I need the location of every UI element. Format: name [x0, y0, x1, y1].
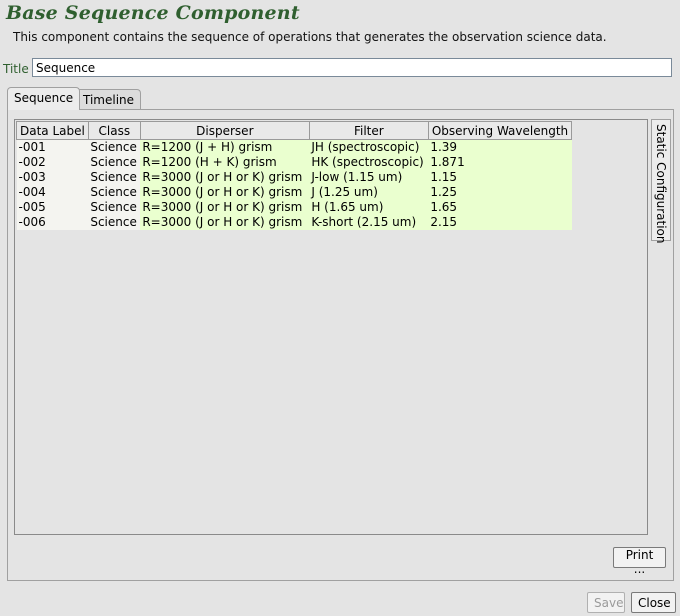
cell-filter: JH (spectroscopic) [309, 139, 429, 155]
tab-sequence[interactable]: Sequence [7, 87, 81, 110]
column-header-filter[interactable]: Filter [308, 121, 429, 140]
cell-wavelength: 1.871 [428, 155, 572, 170]
sequence-table: Data Label Class Disperser Filter Observ… [16, 121, 573, 230]
cell-data-label: -001 [16, 139, 89, 155]
title-input[interactable] [32, 58, 672, 77]
table-row[interactable]: -005 Science R=3000 (J or H or K) grism … [16, 200, 572, 215]
cell-disperser: R=3000 (J or H or K) grism [140, 185, 310, 200]
cell-disperser: R=3000 (J or H or K) grism [140, 215, 310, 230]
cell-class: Science [88, 155, 141, 170]
print-button[interactable]: Print ... [613, 547, 666, 576]
cell-data-label: -003 [16, 170, 89, 185]
save-button[interactable]: Save [587, 592, 625, 613]
static-configuration-label: Static Configuration [654, 124, 668, 244]
page-title: Base Sequence Component [6, 2, 300, 24]
cell-filter: J-low (1.15 um) [309, 170, 429, 185]
page-description: This component contains the sequence of … [13, 30, 607, 44]
table-row[interactable]: -001 Science R=1200 (J + H) grism JH (sp… [16, 139, 572, 155]
table-row[interactable]: -003 Science R=3000 (J or H or K) grism … [16, 170, 572, 185]
cell-class: Science [88, 139, 141, 155]
table-row[interactable]: -002 Science R=1200 (H + K) grism HK (sp… [16, 155, 572, 170]
cell-disperser: R=3000 (J or H or K) grism [140, 170, 310, 185]
column-header-disperser[interactable]: Disperser [139, 121, 310, 140]
cell-filter: J (1.25 um) [309, 185, 429, 200]
cell-wavelength: 2.15 [428, 215, 572, 230]
cell-filter: HK (spectroscopic) [309, 155, 429, 170]
cell-class: Science [88, 170, 141, 185]
cell-disperser: R=3000 (J or H or K) grism [140, 200, 310, 215]
cell-wavelength: 1.15 [428, 170, 572, 185]
title-field-label: Title [3, 62, 29, 76]
table-row[interactable]: -004 Science R=3000 (J or H or K) grism … [16, 185, 572, 200]
cell-data-label: -004 [16, 185, 89, 200]
sequence-table-container: Data Label Class Disperser Filter Observ… [14, 119, 648, 535]
tab-timeline[interactable]: Timeline [76, 89, 142, 109]
cell-data-label: -002 [16, 155, 89, 170]
column-header-class[interactable]: Class [87, 121, 141, 140]
cell-filter: K-short (2.15 um) [309, 215, 429, 230]
cell-class: Science [88, 185, 141, 200]
column-header-observing-wavelength[interactable]: Observing Wavelength [427, 121, 573, 140]
cell-data-label: -005 [16, 200, 89, 215]
static-configuration-tab[interactable]: Static Configuration [651, 119, 671, 244]
cell-class: Science [88, 215, 141, 230]
cell-filter: H (1.65 um) [309, 200, 429, 215]
cell-disperser: R=1200 (H + K) grism [140, 155, 310, 170]
cell-wavelength: 1.25 [428, 185, 572, 200]
table-header-row: Data Label Class Disperser Filter Observ… [16, 121, 573, 140]
cell-wavelength: 1.65 [428, 200, 572, 215]
close-button[interactable]: Close [631, 592, 676, 613]
table-row[interactable]: -006 Science R=3000 (J or H or K) grism … [16, 215, 572, 230]
cell-data-label: -006 [16, 215, 89, 230]
cell-disperser: R=1200 (J + H) grism [140, 139, 310, 155]
cell-class: Science [88, 200, 141, 215]
column-header-data-label[interactable]: Data Label [16, 121, 89, 140]
cell-wavelength: 1.39 [428, 139, 572, 155]
